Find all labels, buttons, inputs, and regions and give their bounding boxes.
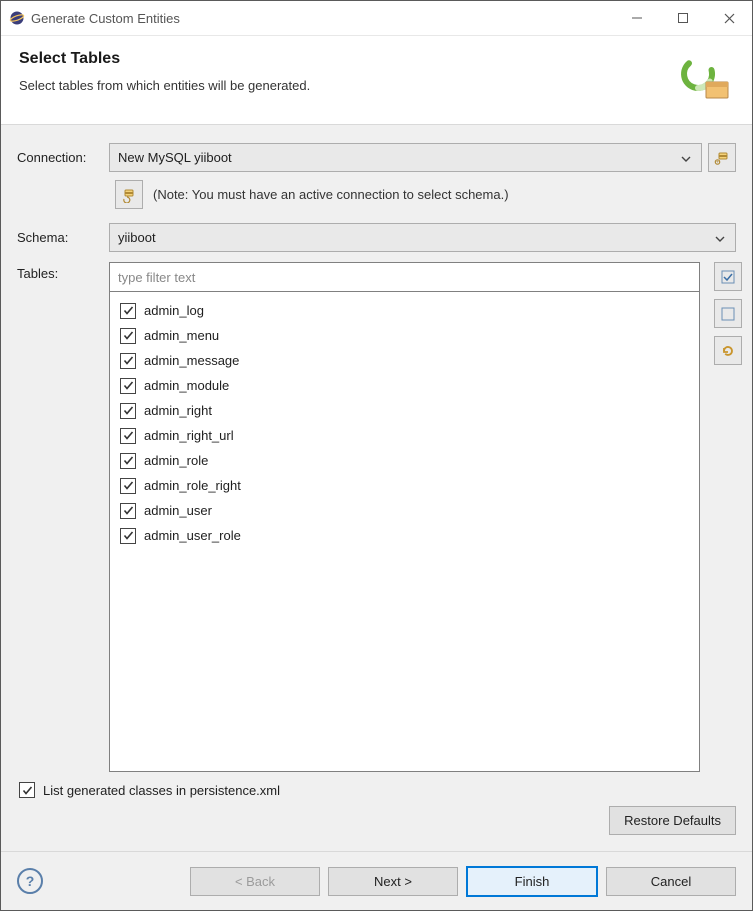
table-name: admin_message: [144, 353, 239, 368]
wizard-body: Connection: New MySQL yiiboot +: [1, 125, 752, 851]
table-checkbox[interactable]: [120, 528, 136, 544]
table-name: admin_log: [144, 303, 204, 318]
table-name: admin_role: [144, 453, 208, 468]
wizard-header: Select Tables Select tables from which e…: [1, 36, 752, 125]
window-title: Generate Custom Entities: [31, 11, 614, 26]
wizard-footer: ? < Back Next > Finish Cancel: [1, 851, 752, 910]
wizard-icon: [678, 50, 734, 106]
connection-note-row: (Note: You must have an active connectio…: [115, 180, 736, 209]
refresh-tables-button[interactable]: [714, 336, 742, 365]
table-name: admin_right: [144, 403, 212, 418]
chevron-down-icon: [713, 230, 727, 245]
eclipse-icon: [9, 10, 25, 26]
window-controls: [614, 1, 752, 35]
restore-row: Restore Defaults: [17, 806, 736, 835]
tables-list[interactable]: admin_log admin_menu admin_message admin_mo…: [109, 292, 700, 772]
connection-value: New MySQL yiiboot: [118, 150, 679, 165]
cancel-button[interactable]: Cancel: [606, 867, 736, 896]
table-checkbox[interactable]: [120, 453, 136, 469]
table-row[interactable]: admin_module: [114, 373, 695, 398]
connection-row: Connection: New MySQL yiiboot +: [17, 143, 736, 172]
finish-button[interactable]: Finish: [466, 866, 598, 897]
table-row[interactable]: admin_message: [114, 348, 695, 373]
table-checkbox[interactable]: [120, 378, 136, 394]
select-all-button[interactable]: [714, 262, 742, 291]
deselect-all-button[interactable]: [714, 299, 742, 328]
back-button: < Back: [190, 867, 320, 896]
table-checkbox[interactable]: [120, 303, 136, 319]
next-button[interactable]: Next >: [328, 867, 458, 896]
chevron-down-icon: [679, 150, 693, 165]
schema-combo[interactable]: yiiboot: [109, 223, 736, 252]
table-row[interactable]: admin_role_right: [114, 473, 695, 498]
connection-label: Connection:: [17, 150, 109, 165]
table-checkbox[interactable]: [120, 353, 136, 369]
table-checkbox[interactable]: [120, 478, 136, 494]
filter-input[interactable]: [109, 262, 700, 292]
table-row[interactable]: admin_menu: [114, 323, 695, 348]
table-name: admin_right_url: [144, 428, 234, 443]
schema-row: Schema: yiiboot: [17, 223, 736, 252]
table-row[interactable]: admin_right: [114, 398, 695, 423]
table-name: admin_module: [144, 378, 229, 393]
table-name: admin_user_role: [144, 528, 241, 543]
table-row[interactable]: admin_user_role: [114, 523, 695, 548]
persist-label: List generated classes in persistence.xm…: [43, 783, 280, 798]
schema-value: yiiboot: [118, 230, 713, 245]
page-subtitle: Select tables from which entities will b…: [19, 78, 670, 93]
table-checkbox[interactable]: [120, 503, 136, 519]
table-row[interactable]: admin_role: [114, 448, 695, 473]
table-row[interactable]: admin_log: [114, 298, 695, 323]
close-button[interactable]: [706, 1, 752, 35]
add-connection-button[interactable]: +: [708, 143, 736, 172]
table-checkbox[interactable]: [120, 428, 136, 444]
titlebar: Generate Custom Entities: [1, 1, 752, 36]
persist-row: List generated classes in persistence.xm…: [17, 772, 736, 806]
minimize-button[interactable]: [614, 1, 660, 35]
table-name: admin_role_right: [144, 478, 241, 493]
reconnect-button[interactable]: [115, 180, 143, 209]
dialog-window: Generate Custom Entities Select Tables S…: [0, 0, 753, 911]
tables-side-toolbar: [708, 262, 736, 772]
table-checkbox[interactable]: [120, 403, 136, 419]
table-row[interactable]: admin_right_url: [114, 423, 695, 448]
page-title: Select Tables: [19, 50, 670, 68]
connection-note: (Note: You must have an active connectio…: [153, 187, 509, 202]
schema-label: Schema:: [17, 230, 109, 245]
maximize-button[interactable]: [660, 1, 706, 35]
svg-text:+: +: [716, 159, 719, 165]
restore-defaults-button[interactable]: Restore Defaults: [609, 806, 736, 835]
persist-checkbox[interactable]: [19, 782, 35, 798]
help-button[interactable]: ?: [17, 868, 43, 894]
table-checkbox[interactable]: [120, 328, 136, 344]
table-row[interactable]: admin_user: [114, 498, 695, 523]
connection-combo[interactable]: New MySQL yiiboot: [109, 143, 702, 172]
table-name: admin_user: [144, 503, 212, 518]
tables-label: Tables:: [17, 262, 109, 772]
table-name: admin_menu: [144, 328, 219, 343]
tables-section: Tables: admin_log admin_menu admin_message…: [17, 262, 736, 772]
